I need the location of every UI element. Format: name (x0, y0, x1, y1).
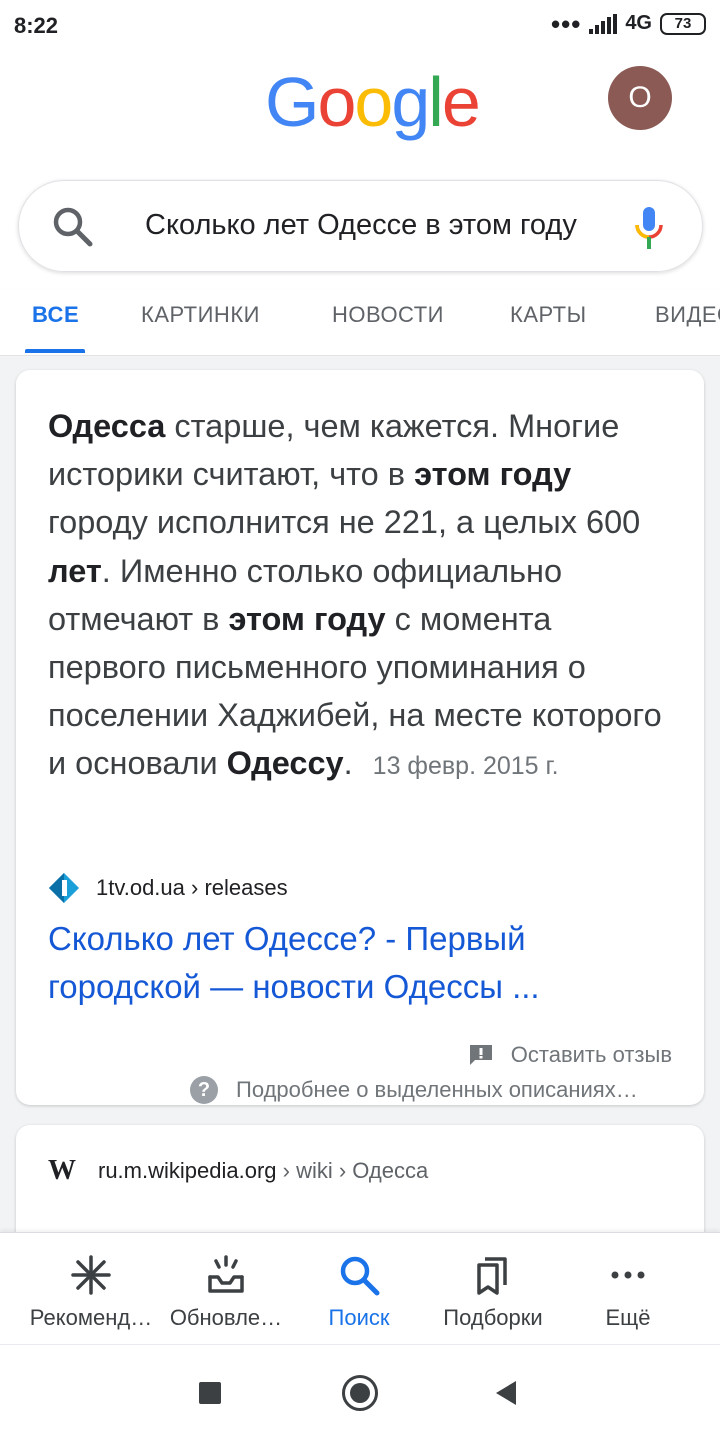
more-icon (611, 1271, 645, 1279)
search-icon (340, 1256, 380, 1296)
snippet-bold: этом году (228, 600, 386, 637)
logo-letter: o (354, 63, 393, 141)
signal-icon (589, 13, 618, 34)
battery-icon: 73 (660, 12, 706, 35)
search-tabs: ВСЕ КАРТИНКИ НОВОСТИ КАРТЫ ВИДЕО (0, 290, 720, 356)
tab-news[interactable]: НОВОСТИ (332, 302, 444, 328)
more-notifications-icon: ••• (551, 8, 582, 39)
active-tab-indicator (25, 349, 85, 353)
snippet-bold: этом году (414, 456, 572, 493)
site-favicon-icon (49, 873, 79, 903)
home-button[interactable] (342, 1375, 378, 1411)
nav-label: Рекоменд… (29, 1305, 153, 1330)
snippet-bold: Одесса (48, 408, 166, 444)
source-domain: 1tv.od.ua (96, 875, 185, 900)
feedback-icon (469, 1045, 492, 1065)
snippet-bold: лет (48, 552, 102, 589)
recent-apps-button[interactable] (199, 1382, 221, 1404)
nav-label: Подборки (443, 1305, 543, 1330)
source-path: › releases (184, 875, 288, 900)
nav-collections[interactable]: Подборки (421, 1233, 565, 1345)
nav-recommendations[interactable]: Рекоменд… (19, 1233, 163, 1345)
wiki-url: ru.m.wikipedia.org › wiki › Одесса (98, 1158, 428, 1184)
featured-snippet-text: Одесса старше, чем кажется. Многие истор… (48, 402, 678, 791)
nav-label: Обновле… (169, 1305, 283, 1330)
logo-letter: o (317, 63, 356, 141)
snippet-text: городу исполнится не 221, а целых 600 (48, 504, 641, 541)
tab-video[interactable]: ВИДЕО (655, 302, 720, 328)
tab-maps[interactable]: КАРТЫ (510, 302, 587, 328)
source-url: 1tv.od.ua › releases (96, 875, 288, 901)
collections-icon (477, 1257, 507, 1295)
bottom-navigation: Рекоменд… Обновле… Поиск Подборки Ещё (0, 1232, 720, 1344)
back-button[interactable] (496, 1381, 516, 1405)
network-type: 4G (625, 12, 652, 34)
status-icons: ••• 4G 73 (551, 8, 706, 39)
wiki-domain: ru.m.wikipedia.org (98, 1158, 277, 1183)
snippet-date: 13 февр. 2015 г. (372, 752, 559, 781)
snippet-text: . (343, 745, 353, 782)
tab-images[interactable]: КАРТИНКИ (141, 302, 260, 328)
snippet-bold: Одессу (226, 745, 344, 782)
search-icon[interactable] (51, 205, 95, 249)
wikipedia-source[interactable]: W ru.m.wikipedia.org › wiki › Одесса (48, 1155, 428, 1187)
wiki-path: › wiki › Одесса (276, 1158, 429, 1183)
about-featured-snippets-link[interactable]: ? Подробнее о выделенных описаниях… (190, 1076, 638, 1104)
nav-label: Поиск (328, 1305, 390, 1330)
featured-snippet-card: Одесса старше, чем кажется. Многие истор… (16, 370, 704, 1105)
logo-letter: G (265, 63, 319, 141)
feedback-label: Оставить отзыв (510, 1042, 672, 1067)
updates-icon (208, 1255, 244, 1293)
search-box[interactable]: Сколько лет Одессе в этом году (18, 180, 703, 272)
help-icon: ? (190, 1076, 218, 1104)
logo-letter: l (428, 63, 444, 141)
account-avatar[interactable]: O (608, 66, 672, 130)
nav-label: Ещё (605, 1305, 651, 1330)
tab-all[interactable]: ВСЕ (32, 302, 79, 328)
logo-letter: g (391, 63, 430, 141)
nav-search[interactable]: Поиск (287, 1233, 431, 1345)
microphone-icon[interactable] (633, 205, 665, 251)
nav-more[interactable]: Ещё (556, 1233, 700, 1345)
status-time: 8:22 (14, 13, 59, 38)
system-navigation-bar (0, 1344, 720, 1440)
result-title-link[interactable]: Сколько лет Одессе? - Первый городской —… (48, 915, 668, 1011)
google-logo[interactable]: Google (265, 62, 481, 142)
nav-updates[interactable]: Обновле… (154, 1233, 298, 1345)
about-featured-snippets-label: Подробнее о выделенных описаниях… (236, 1077, 638, 1102)
search-input[interactable]: Сколько лет Одессе в этом году (145, 209, 605, 242)
status-bar: 8:22 ••• 4G 73 (0, 0, 720, 52)
wikipedia-icon: W (48, 1155, 76, 1186)
logo-letter: e (441, 63, 481, 141)
asterisk-icon (71, 1255, 111, 1295)
source-citation[interactable]: 1tv.od.ua › releases (48, 870, 288, 906)
feedback-button[interactable]: Оставить отзыв (469, 1042, 672, 1068)
